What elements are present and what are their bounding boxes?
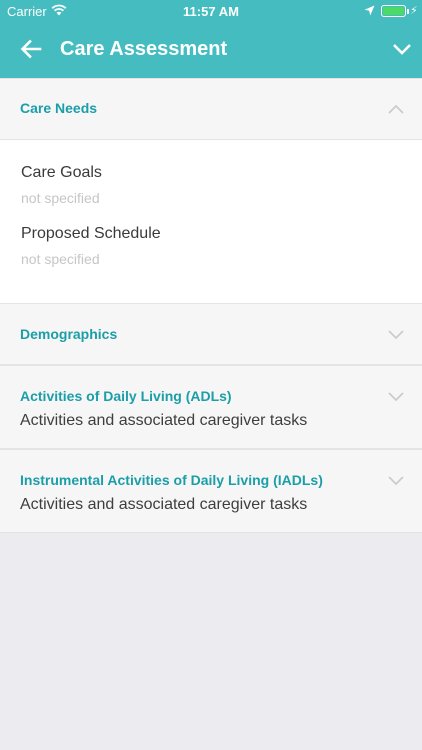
section-adls[interactable]: Activities of Daily Living (ADLs) Activi… xyxy=(0,365,422,449)
chevron-down-icon[interactable] xyxy=(390,38,414,60)
section-title: Activities of Daily Living (ADLs) xyxy=(20,388,232,404)
status-bar: Carrier 11:57 AM ⚡ xyxy=(0,0,422,22)
field-value-care-goals: not specified xyxy=(21,190,100,206)
chevron-up-icon[interactable] xyxy=(386,102,406,116)
page-title: Care Assessment xyxy=(60,38,228,60)
care-needs-content: Care Goals not specified Proposed Schedu… xyxy=(0,140,422,303)
section-subtitle: Activities and associated caregiver task… xyxy=(20,412,308,429)
chevron-down-icon[interactable] xyxy=(386,474,406,488)
field-value-proposed-schedule: not specified xyxy=(21,251,100,267)
section-care-needs[interactable]: Care Needs xyxy=(0,78,422,140)
section-iadls[interactable]: Instrumental Activities of Daily Living … xyxy=(0,449,422,533)
chevron-down-icon[interactable] xyxy=(386,390,406,404)
field-label-proposed-schedule: Proposed Schedule xyxy=(21,225,161,242)
field-label-care-goals: Care Goals xyxy=(21,164,102,181)
chevron-down-icon[interactable] xyxy=(386,328,406,342)
battery-icon xyxy=(381,5,409,17)
charging-bolt-icon: ⚡ xyxy=(410,5,418,17)
battery-level xyxy=(383,7,404,15)
section-demographics[interactable]: Demographics xyxy=(0,303,422,365)
back-arrow-icon[interactable] xyxy=(18,36,44,62)
clock: 11:57 AM xyxy=(183,4,239,19)
section-title: Instrumental Activities of Daily Living … xyxy=(20,472,323,488)
section-title: Demographics xyxy=(20,326,118,342)
location-arrow-icon xyxy=(364,5,375,16)
section-title: Care Needs xyxy=(20,100,98,116)
section-subtitle: Activities and associated caregiver task… xyxy=(20,496,308,513)
app-header: Carrier 11:57 AM ⚡ Care Assessment xyxy=(0,0,422,78)
nav-bar: Care Assessment xyxy=(0,22,422,78)
